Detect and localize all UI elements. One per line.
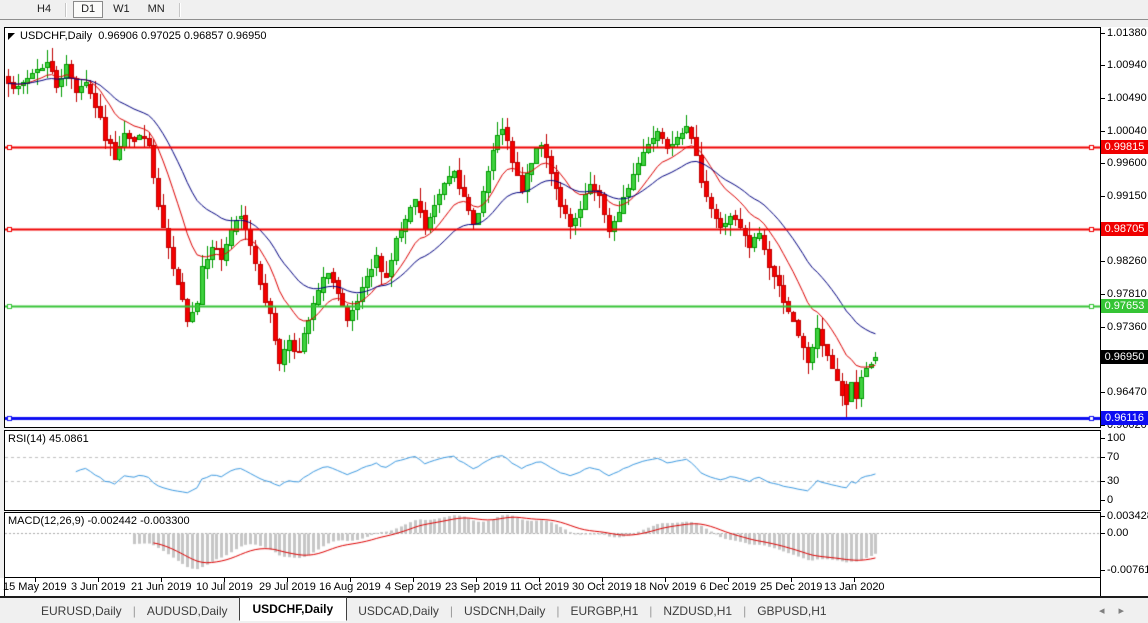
price-axis-tick-mark xyxy=(1101,163,1105,164)
price-axis-tick-mark xyxy=(1101,196,1105,197)
date-axis-left-edge xyxy=(4,578,5,596)
rsi-axis-tick-label: 100 xyxy=(1107,432,1125,444)
tab-scroll-right-icon[interactable]: ▸ xyxy=(1118,605,1138,617)
symbol-tab-usdcnh[interactable]: USDCNH,Daily xyxy=(453,601,556,621)
date-tick-label: 10 Jul 2019 xyxy=(196,581,253,593)
price-axis-tick-mark xyxy=(1101,294,1105,295)
symbol-tab-eurgbp[interactable]: EURGBP,H1 xyxy=(559,601,649,621)
macd-indicator-label: MACD(12,26,9) -0.002442 -0.003300 xyxy=(8,515,190,527)
symbol-tab-usdchf[interactable]: USDCHF,Daily xyxy=(239,597,348,621)
symbol-tab-usdcad[interactable]: USDCAD,Daily xyxy=(347,601,450,621)
timeframe-button-h4[interactable]: H4 xyxy=(29,1,59,18)
rsi-canvas[interactable] xyxy=(5,431,1100,510)
mt4-chart-window: { "toolbar": { "buttons": [ {"label": "H… xyxy=(0,0,1148,623)
level-price-badge: 0.97653 xyxy=(1101,299,1148,313)
date-axis[interactable]: 15 May 2019 3 Jun 2019 21 Jun 2019 10 Jul 2… xyxy=(0,578,1148,597)
date-tick-label: 18 Nov 2019 xyxy=(634,581,696,593)
price-axis-tick-mark xyxy=(1101,425,1105,426)
symbol-tab-eurusd[interactable]: EURUSD,Daily xyxy=(30,601,133,621)
rsi-axis-tick-mark xyxy=(1101,438,1105,439)
date-tick-label: 16 Aug 2019 xyxy=(319,581,381,593)
price-axis-tick-mark xyxy=(1101,261,1105,262)
price-axis-tick-label: 1.01380 xyxy=(1107,27,1147,39)
symbol-tab-nzdusd[interactable]: NZDUSD,H1 xyxy=(652,601,743,621)
level-price-badge: 0.96116 xyxy=(1101,411,1148,425)
price-axis-tick-label: 0.99150 xyxy=(1107,190,1147,202)
date-tick-label: 23 Sep 2019 xyxy=(445,581,507,593)
macd-axis-tick-label: 0.00 xyxy=(1107,527,1128,539)
price-axis-tick-mark xyxy=(1101,65,1105,66)
date-tick-label: 11 Oct 2019 xyxy=(510,581,569,593)
timeframe-button-w1[interactable]: W1 xyxy=(105,1,138,18)
price-axis-tick-mark xyxy=(1101,392,1105,393)
chart-symbol-label: USDCHF,Daily xyxy=(20,30,92,42)
rsi-axis-tick-mark xyxy=(1101,457,1105,458)
date-tick-label: 25 Dec 2019 xyxy=(760,581,822,593)
macd-axis-tick-mark xyxy=(1101,516,1105,517)
macd-axis-tick-mark xyxy=(1101,533,1105,534)
date-tick-label: 29 Jul 2019 xyxy=(259,581,316,593)
chart-title: USDCHF,Daily 0.96906 0.97025 0.96857 0.9… xyxy=(20,30,266,42)
level-price-badge: 0.98705 xyxy=(1101,222,1148,236)
rsi-axis-tick-mark xyxy=(1101,500,1105,501)
price-axis-tick-label: 1.00940 xyxy=(1107,59,1147,71)
chart-ohlc-values: 0.96906 0.97025 0.96857 0.96950 xyxy=(92,30,266,42)
rsi-axis-tick-label: 0 xyxy=(1107,494,1113,506)
macd-axis-tick-label: 0.003428 xyxy=(1107,510,1148,522)
timeframe-button-d1[interactable]: D1 xyxy=(73,1,103,18)
price-axis-tick-label: 0.98260 xyxy=(1107,255,1147,267)
main-chart-panel xyxy=(4,27,1101,428)
symbol-tab-audusd[interactable]: AUDUSD,Daily xyxy=(136,601,239,621)
price-axis-tick-mark xyxy=(1101,327,1105,328)
timeframe-toolbar: H4 D1 W1 MN xyxy=(0,0,1148,20)
symbol-tab-gbpusd[interactable]: GBPUSD,H1 xyxy=(746,601,837,621)
date-tick-label: 13 Jan 2020 xyxy=(824,581,885,593)
rsi-indicator-label: RSI(14) 45.0861 xyxy=(8,433,89,445)
macd-axis-tick-mark xyxy=(1101,570,1105,571)
price-axis-tick-label: 1.00490 xyxy=(1107,92,1147,104)
tab-scroll-arrows: ◂▸ xyxy=(1099,604,1138,617)
main-chart-canvas[interactable] xyxy=(5,28,1100,427)
chart-collapse-icon[interactable] xyxy=(8,33,15,40)
rsi-indicator-panel xyxy=(4,430,1101,511)
price-axis-tick-label: 0.96470 xyxy=(1107,386,1147,398)
rsi-axis-tick-mark xyxy=(1101,481,1105,482)
timeframe-button-mn[interactable]: MN xyxy=(140,1,173,18)
price-axis-tick-label: 1.00040 xyxy=(1107,125,1147,137)
date-tick-label: 15 May 2019 xyxy=(3,581,67,593)
price-axis-tick-mark xyxy=(1101,98,1105,99)
toolbar-separator xyxy=(179,3,181,17)
date-tick-label: 6 Dec 2019 xyxy=(700,581,756,593)
toolbar-separator xyxy=(65,3,67,17)
current-price-badge: 0.96950 xyxy=(1101,350,1148,364)
price-axis-tick-label: 0.99600 xyxy=(1107,157,1147,169)
price-axis-tick-mark xyxy=(1101,131,1105,132)
price-axis-tick-mark xyxy=(1101,33,1105,34)
price-axis-tick-label: 0.97360 xyxy=(1107,321,1147,333)
date-axis-right-edge xyxy=(1100,578,1101,596)
symbol-tab-bar: EURUSD,Daily|AUDUSD,DailyUSDCHF,DailyUSD… xyxy=(0,598,1148,623)
tab-scroll-left-icon[interactable]: ◂ xyxy=(1099,605,1119,617)
date-tick-label: 4 Sep 2019 xyxy=(385,581,441,593)
date-tick-label: 3 Jun 2019 xyxy=(71,581,125,593)
rsi-axis-tick-label: 70 xyxy=(1107,451,1119,463)
date-tick-label: 30 Oct 2019 xyxy=(572,581,632,593)
rsi-axis-tick-label: 30 xyxy=(1107,475,1119,487)
macd-axis-tick-label: -0.007615 xyxy=(1107,564,1148,576)
level-price-badge: 0.99815 xyxy=(1101,140,1148,154)
date-tick-label: 21 Jun 2019 xyxy=(131,581,192,593)
